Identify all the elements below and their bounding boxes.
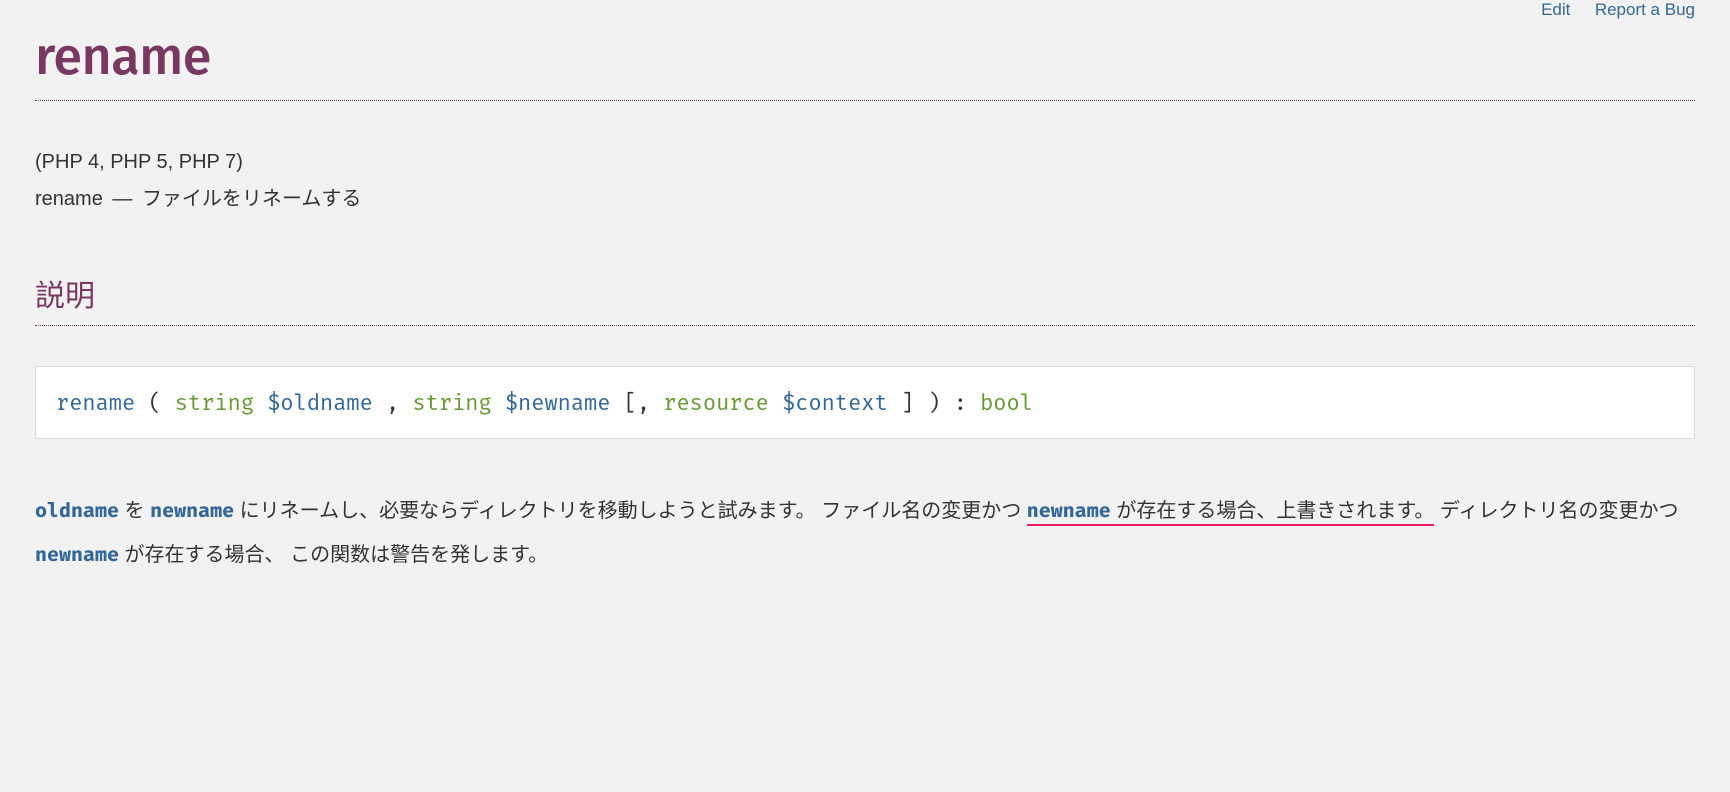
- optional-close: ] ) :: [888, 389, 980, 416]
- section-title-description: 説明: [35, 271, 1695, 326]
- desc-text-4: ディレクトリ名の変更かつ: [1434, 500, 1678, 522]
- report-bug-link[interactable]: Report a Bug: [1595, 0, 1695, 19]
- desc-param-newname-3: newname: [35, 543, 119, 567]
- comma-1: ,: [373, 389, 413, 416]
- type-resource: resource: [663, 389, 769, 416]
- desc-text-1: を: [119, 500, 150, 522]
- paren-open: (: [135, 389, 175, 416]
- description-paragraph: oldname を newname にリネームし、必要ならディレクトリを移動しよ…: [35, 489, 1695, 577]
- version-info: (PHP 4, PHP 5, PHP 7): [35, 151, 1695, 174]
- desc-underlined-segment: newname が存在する場合、上書きされます。: [1027, 500, 1435, 526]
- edit-link[interactable]: Edit: [1541, 0, 1570, 19]
- ref-description: ファイルをリネームする: [142, 188, 361, 210]
- type-string-2: string: [412, 389, 491, 416]
- param-newname: $newname: [505, 389, 611, 416]
- desc-param-newname-1: newname: [150, 499, 234, 523]
- desc-param-oldname: oldname: [35, 499, 119, 523]
- param-oldname: $oldname: [267, 389, 373, 416]
- desc-text-3: が存在する場合、上書きされます。: [1111, 500, 1435, 522]
- top-links: Edit Report a Bug: [35, 0, 1695, 20]
- return-type: bool: [980, 389, 1033, 416]
- page-title: rename: [35, 25, 1695, 101]
- method-synopsis: rename ( string $oldname , string $newna…: [35, 366, 1695, 439]
- desc-param-newname-2: newname: [1027, 499, 1111, 523]
- desc-text-2: にリネームし、必要ならディレクトリを移動しようと試みます。 ファイル名の変更かつ: [234, 500, 1027, 522]
- desc-text-5: が存在する場合、 この関数は警告を発します。: [119, 544, 548, 566]
- ref-name: rename: [35, 188, 103, 210]
- param-context: $context: [782, 389, 888, 416]
- ref-purpose: rename — ファイルをリネームする: [35, 182, 1695, 211]
- optional-open: [,: [610, 389, 663, 416]
- dash-separator: —: [112, 188, 132, 210]
- type-string-1: string: [175, 389, 254, 416]
- method-name: rename: [56, 389, 135, 416]
